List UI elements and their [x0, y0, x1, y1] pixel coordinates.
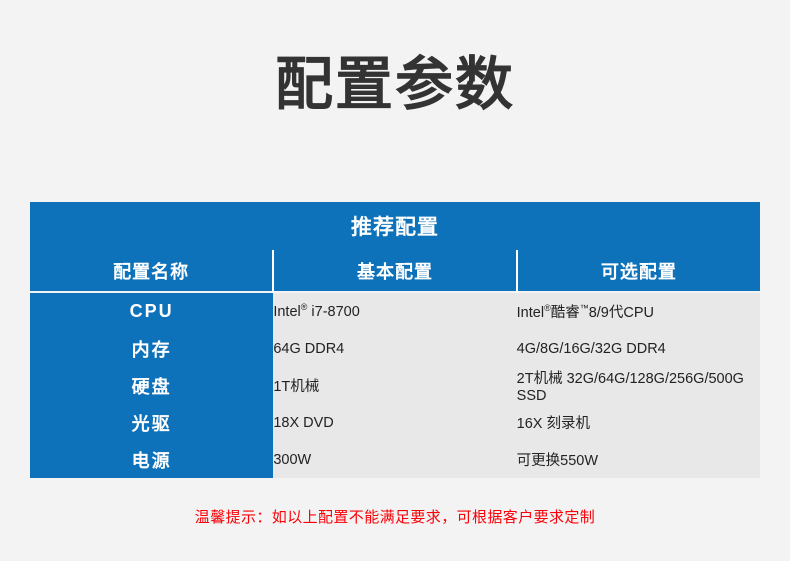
- registered-mark-icon: ®: [544, 303, 551, 314]
- table-row: 电源 300W 可更换550W: [30, 441, 760, 478]
- configuration-table: 推荐配置 配置名称 基本配置 可选配置 CPU Intel® i7-8700 I…: [30, 202, 760, 478]
- row-basic-power-supply: 300W: [273, 441, 517, 478]
- row-label-power-supply: 电源: [30, 441, 274, 478]
- row-basic-cpu: Intel® i7-8700: [273, 291, 517, 330]
- table-header-row: 配置名称 基本配置 可选配置: [30, 250, 760, 292]
- table-row: 内存 64G DDR4 4G/8G/16G/32G DDR4: [30, 330, 760, 367]
- row-basic-optical-drive: 18X DVD: [273, 404, 517, 441]
- row-label-cpu: CPU: [30, 291, 274, 330]
- row-optional-cpu-suffix: 8/9代CPU: [588, 305, 654, 321]
- row-basic-memory: 64G DDR4: [273, 330, 517, 367]
- footer-note: 温馨提示：如以上配置不能满足要求，可根据客户要求定制: [194, 509, 596, 526]
- table-row: 光驱 18X DVD 16X 刻录机: [30, 404, 760, 441]
- row-basic-harddisk: 1T机械: [273, 367, 517, 404]
- row-label-memory: 内存: [30, 330, 274, 367]
- row-label-harddisk: 硬盘: [30, 367, 274, 404]
- table-banner-label: 推荐配置: [30, 202, 760, 250]
- table-row: CPU Intel® i7-8700 Intel®酷睿™8/9代CPU: [30, 291, 760, 330]
- spec-page: 配置参数 推荐配置 配置名称 基本配置 可选配置 CPU Intel® i7-8…: [0, 0, 790, 561]
- column-header-basic: 基本配置: [273, 250, 518, 292]
- table-banner-row: 推荐配置: [30, 202, 760, 250]
- row-optional-optical-drive: 16X 刻录机: [516, 404, 760, 441]
- column-header-optional: 可选配置: [516, 250, 760, 292]
- column-header-name: 配置名称: [30, 250, 275, 292]
- row-label-optical-drive: 光驱: [30, 404, 274, 441]
- trademark-mark-icon: ™: [579, 303, 589, 314]
- row-optional-cpu-mid: 酷睿: [550, 305, 580, 321]
- table-row: 硬盘 1T机械 2T机械 32G/64G/128G/256G/500G SSD: [30, 367, 760, 404]
- page-title: 配置参数: [274, 52, 515, 117]
- row-optional-cpu-prefix: Intel: [516, 305, 545, 321]
- row-optional-cpu: Intel®酷睿™8/9代CPU: [516, 291, 760, 330]
- row-optional-power-supply: 可更换550W: [516, 441, 760, 478]
- row-basic-cpu-suffix: i7-8700: [307, 303, 360, 320]
- row-optional-memory: 4G/8G/16G/32G DDR4: [516, 330, 760, 367]
- row-optional-harddisk: 2T机械 32G/64G/128G/256G/500G SSD: [516, 367, 760, 404]
- row-basic-cpu-prefix: Intel: [273, 303, 301, 320]
